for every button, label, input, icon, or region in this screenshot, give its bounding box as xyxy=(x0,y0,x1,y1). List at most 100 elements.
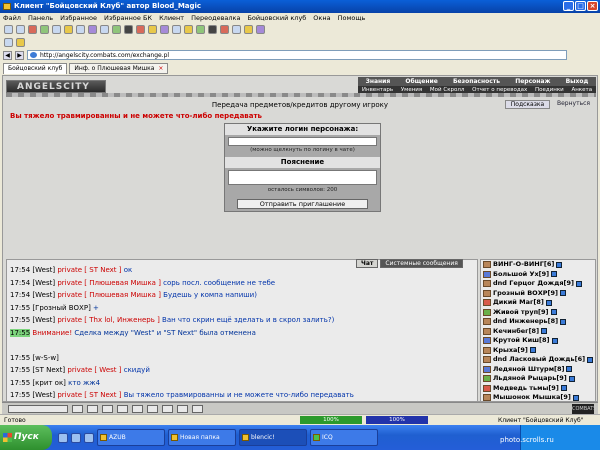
minimize-button[interactable]: _ xyxy=(563,1,574,11)
chat-private-tag[interactable]: private [ West ] xyxy=(67,366,121,374)
chat-nick[interactable]: [ST Next] xyxy=(32,366,65,374)
menu-fight-club[interactable]: Бойцовский клуб xyxy=(247,13,306,23)
nav-back-icon[interactable]: ◀ xyxy=(3,50,12,60)
skull-icon[interactable] xyxy=(256,25,265,34)
chat-private-tag[interactable]: private [ ST Next ] xyxy=(57,266,121,274)
user-list-item[interactable]: Медведь тьмы[9] xyxy=(483,384,593,394)
user-info-icon[interactable] xyxy=(541,328,548,335)
potion-icon[interactable] xyxy=(160,25,169,34)
hint-button[interactable]: Подсказка xyxy=(505,100,550,109)
chat-private-tag[interactable]: private [ Плюшевая Мишка ] xyxy=(57,291,161,299)
url-input[interactable]: http://angelscity.combats.com/exchange.p… xyxy=(27,50,567,60)
private-icon[interactable] xyxy=(162,404,173,413)
inventory-icon[interactable] xyxy=(88,25,97,34)
menu-windows[interactable]: Окна xyxy=(313,13,330,23)
user-info-icon[interactable] xyxy=(559,290,566,297)
user-info-icon[interactable] xyxy=(551,271,558,278)
user-name[interactable]: Льдяной Рыцарь[9] xyxy=(493,374,567,384)
nav-chat[interactable]: Общение xyxy=(405,78,437,85)
user-name[interactable]: Живой труп[9] xyxy=(493,308,549,318)
task-icq[interactable]: ICQ xyxy=(310,429,378,446)
mail-icon[interactable] xyxy=(100,25,109,34)
user-name[interactable]: dnd Герцог Дождя[9] xyxy=(493,279,574,289)
user-list-item[interactable]: dnd Ласковый Дождь[6] xyxy=(483,355,594,365)
filter-icon[interactable] xyxy=(87,404,98,413)
translit-icon[interactable] xyxy=(132,404,143,413)
user-list-item[interactable]: dnd Инженерь[8] xyxy=(483,317,593,327)
menu-panel[interactable]: Панель xyxy=(28,13,53,23)
chat-private-tag[interactable]: private [ ST Next ] xyxy=(57,391,121,399)
chat-nick[interactable]: [West] xyxy=(32,266,55,274)
chat-nick[interactable]: [Грозный ВОХР] xyxy=(32,304,90,312)
heart-icon[interactable] xyxy=(136,25,145,34)
user-list-item[interactable]: Грозный ВОХР[9] xyxy=(483,289,593,299)
back-icon[interactable] xyxy=(4,25,13,34)
sword-icon[interactable] xyxy=(220,25,229,34)
user-info-icon[interactable] xyxy=(568,375,575,382)
chat-nick[interactable]: [West] xyxy=(32,291,55,299)
chat-nick[interactable]: [West] xyxy=(32,316,55,324)
user-name[interactable]: Мышонок Мышка[9] xyxy=(493,393,571,401)
user-info-icon[interactable] xyxy=(556,261,563,268)
yin-yang-icon[interactable] xyxy=(208,25,217,34)
user-name[interactable]: dnd Инженерь[8] xyxy=(493,317,558,327)
user-info-icon[interactable] xyxy=(529,347,536,354)
user-info-icon[interactable] xyxy=(550,309,557,316)
scroll-lock-icon[interactable] xyxy=(147,404,158,413)
chat-input-icon[interactable] xyxy=(8,404,68,413)
user-info-icon[interactable] xyxy=(560,385,567,392)
user-info-icon[interactable] xyxy=(545,299,552,306)
user-name[interactable]: Большой Ух[9] xyxy=(493,270,549,280)
note-textarea[interactable] xyxy=(228,170,377,185)
nav-security[interactable]: Безопасность xyxy=(453,78,500,85)
key-icon[interactable] xyxy=(184,25,193,34)
clear-icon[interactable] xyxy=(102,404,113,413)
menu-help[interactable]: Помощь xyxy=(338,13,366,23)
user-name[interactable]: Крутой Киш[8] xyxy=(493,336,550,346)
menu-dressing[interactable]: Переодевалка xyxy=(191,13,240,23)
tab-fight-club[interactable]: Бойцовский клуб xyxy=(3,63,68,74)
tab-close-icon[interactable]: × xyxy=(158,65,163,72)
tab-chat[interactable]: Чат xyxy=(356,259,379,268)
nav-knowledge[interactable]: Знания xyxy=(366,78,391,85)
menu-client[interactable]: Клиент xyxy=(159,13,184,23)
forward-icon[interactable] xyxy=(16,25,25,34)
gold-icon[interactable] xyxy=(148,25,157,34)
stop-icon[interactable] xyxy=(28,25,37,34)
send-invitation-button[interactable]: Отправить приглашение xyxy=(237,199,368,209)
user-name[interactable]: ВИНГ-О-ВИНГ[6] xyxy=(493,260,554,270)
home-icon[interactable] xyxy=(52,25,61,34)
bomb-icon[interactable] xyxy=(124,25,133,34)
task-azub[interactable]: AZUB xyxy=(97,429,165,446)
chat-nick[interactable]: [крит ок] xyxy=(32,379,66,387)
user-list-item[interactable]: Льдяной Рыцарь[9] xyxy=(483,374,593,384)
armor-icon[interactable] xyxy=(232,25,241,34)
user-name[interactable]: Ледяной Штурм[8] xyxy=(493,365,564,375)
scroll-icon[interactable] xyxy=(172,25,181,34)
nav-forward-icon[interactable]: ▶ xyxy=(15,50,24,60)
user-list-item[interactable]: Крутой Киш[8] xyxy=(483,336,593,346)
refresh-small-icon[interactable] xyxy=(4,38,13,47)
start-button[interactable]: Пуск xyxy=(0,425,52,450)
user-info-icon[interactable] xyxy=(566,366,573,373)
browser-icon[interactable] xyxy=(71,432,81,443)
tab-player-info[interactable]: Инф. о Плюшевая Мишка × xyxy=(69,63,169,74)
user-info-icon[interactable] xyxy=(587,356,594,363)
back-button[interactable]: Вернуться xyxy=(555,100,592,109)
refresh-icon[interactable] xyxy=(40,25,49,34)
user-name[interactable]: dnd Ласковый Дождь[6] xyxy=(493,355,585,365)
chat-nick[interactable]: [w-S-w] xyxy=(32,354,58,362)
user-info-icon[interactable] xyxy=(560,318,567,325)
nav-character[interactable]: Персонаж xyxy=(515,78,550,85)
user-info-icon[interactable] xyxy=(575,280,582,287)
arrow-icon[interactable] xyxy=(16,38,25,47)
user-name[interactable]: Кечинбег[8] xyxy=(493,327,539,337)
nav-exit[interactable]: Выход xyxy=(566,78,589,85)
user-list-item[interactable]: Дикий Маг[8] xyxy=(483,298,593,308)
close-button[interactable]: × xyxy=(587,1,598,11)
login-input[interactable] xyxy=(228,137,377,146)
user-name[interactable]: Дикий Маг[8] xyxy=(493,298,544,308)
player-icon[interactable] xyxy=(84,432,94,443)
user-list-item[interactable]: Живой труп[9] xyxy=(483,308,593,318)
user-list-item[interactable]: Мышонок Мышка[9] xyxy=(483,393,593,401)
